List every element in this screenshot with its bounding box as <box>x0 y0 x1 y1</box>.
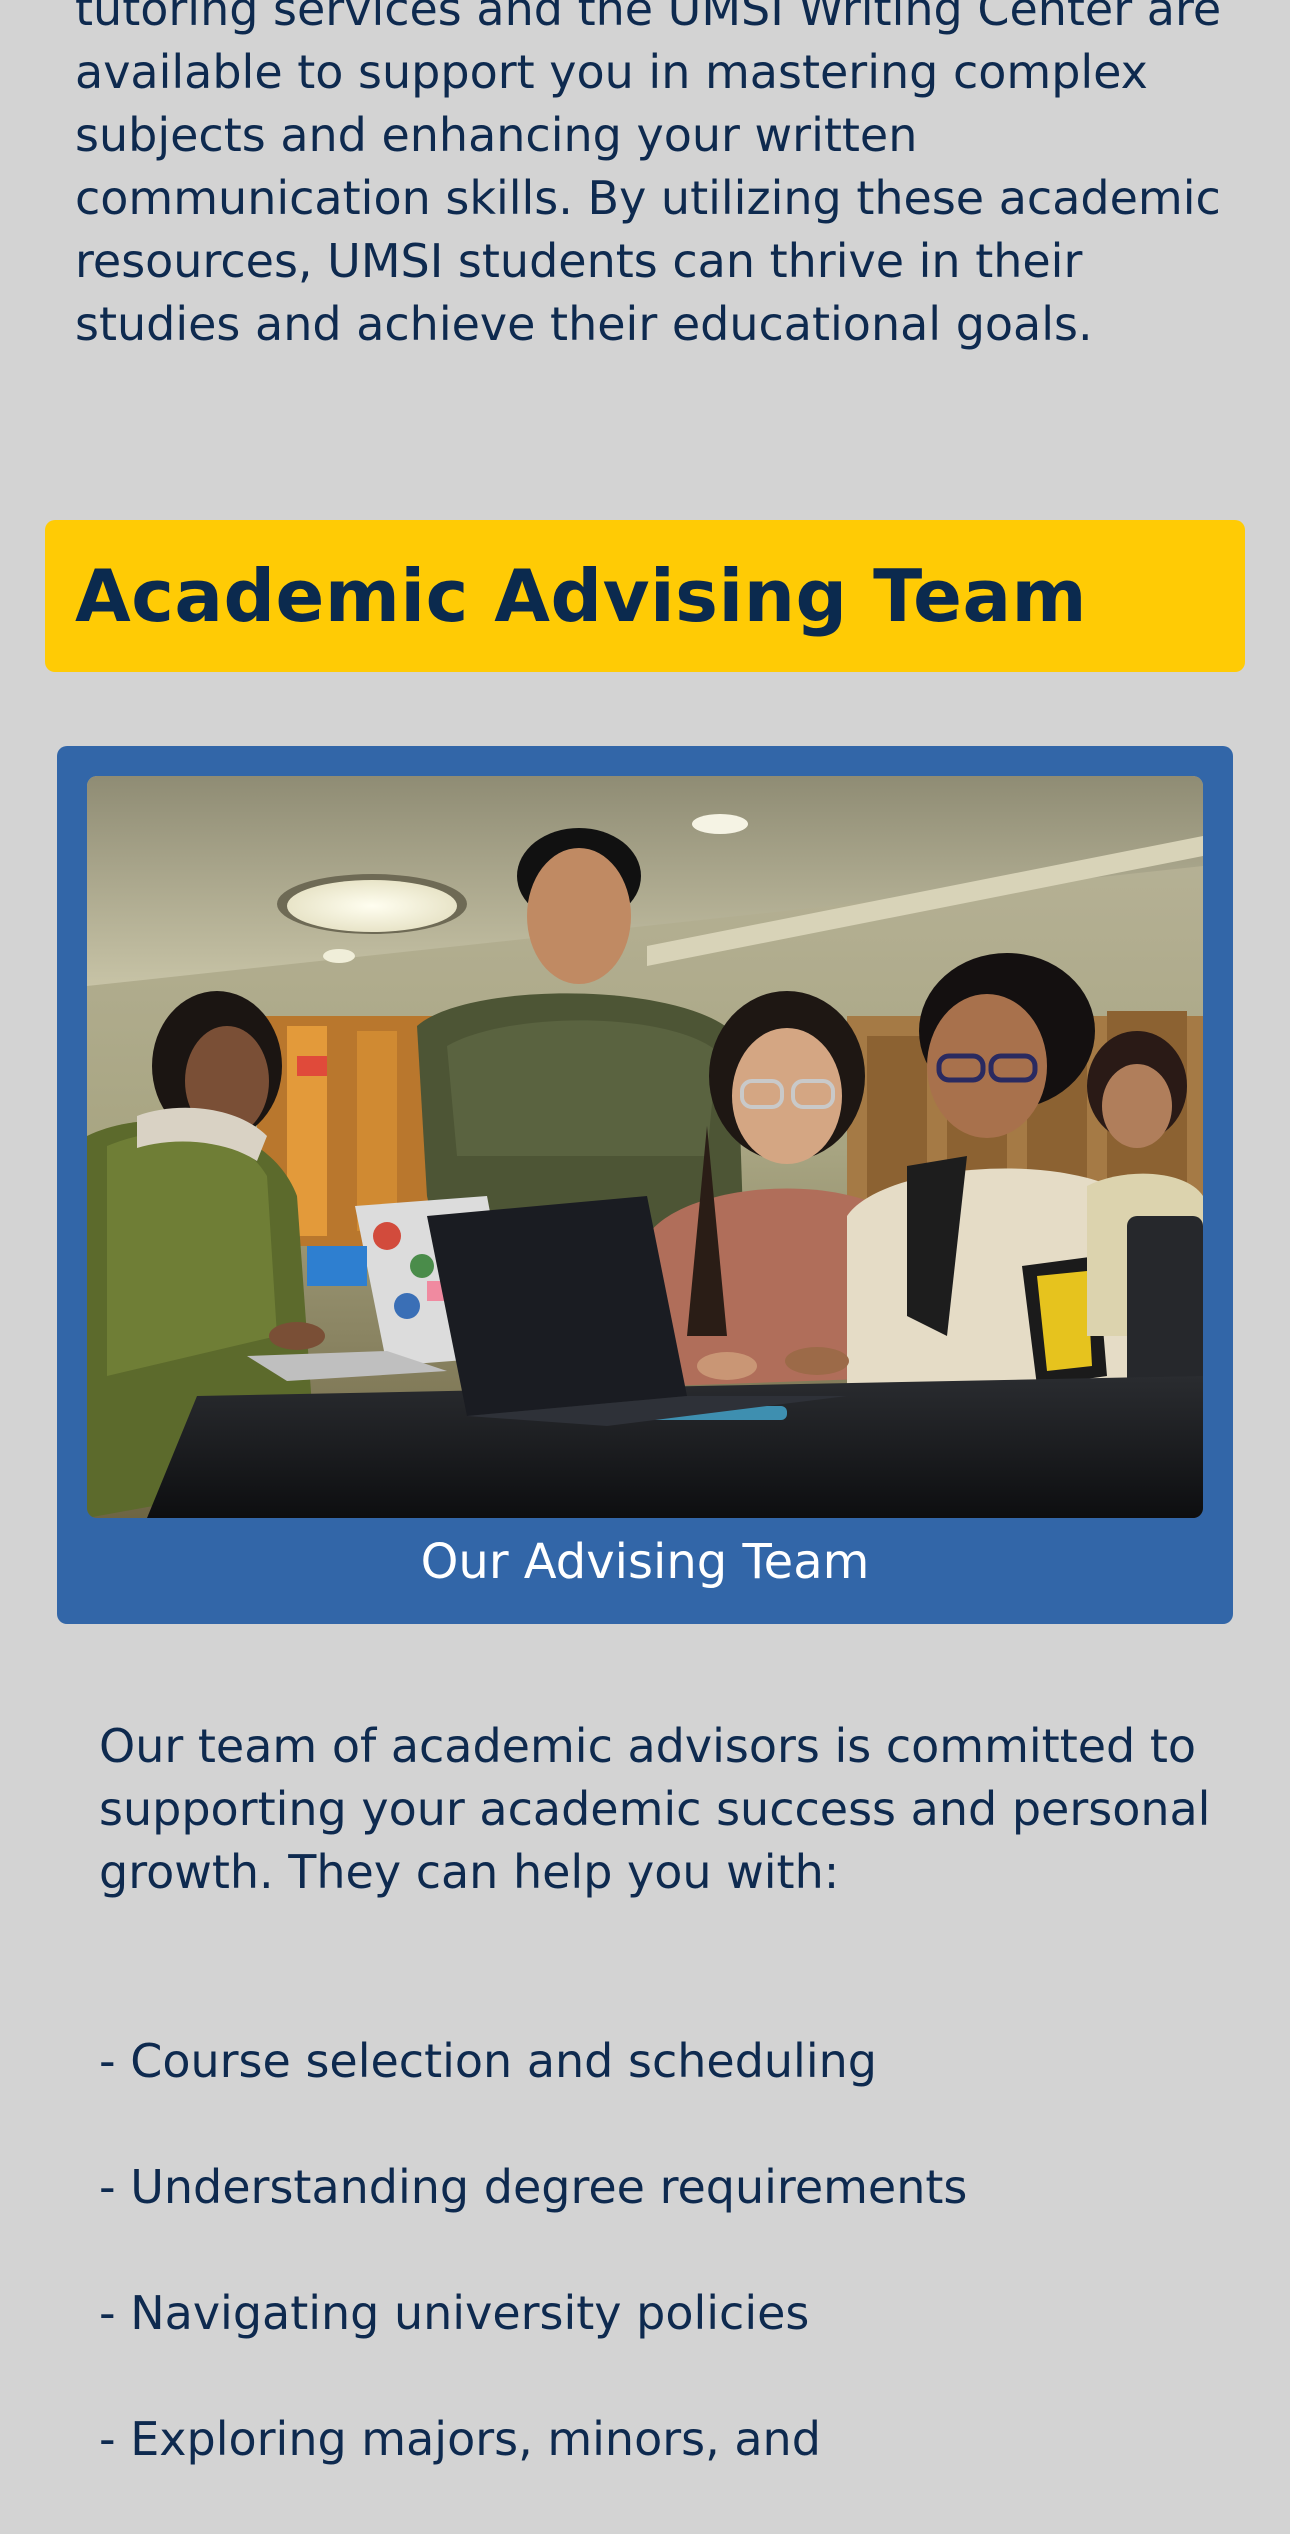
section-heading-bar: Academic Advising Team <box>45 520 1245 672</box>
advising-team-photo-card: Our Advising Team <box>57 746 1233 1624</box>
advising-help-list: - Course selection and scheduling - Unde… <box>99 2030 1219 2534</box>
photo-caption: Our Advising Team <box>420 1534 870 1590</box>
list-item: - Exploring majors, minors, and <box>99 2412 821 2466</box>
advising-description: Our team of academic advisors is committ… <box>99 1719 1211 1899</box>
list-item: - Understanding degree requirements <box>99 2160 968 2214</box>
list-item: - Course selection and scheduling <box>99 2034 877 2088</box>
section-heading: Academic Advising Team <box>75 554 1088 638</box>
list-item: - Navigating university policies <box>99 2286 810 2340</box>
advising-team-photo <box>87 776 1203 1518</box>
intro-paragraph: tutoring services and the UMSI Writing C… <box>75 0 1222 351</box>
